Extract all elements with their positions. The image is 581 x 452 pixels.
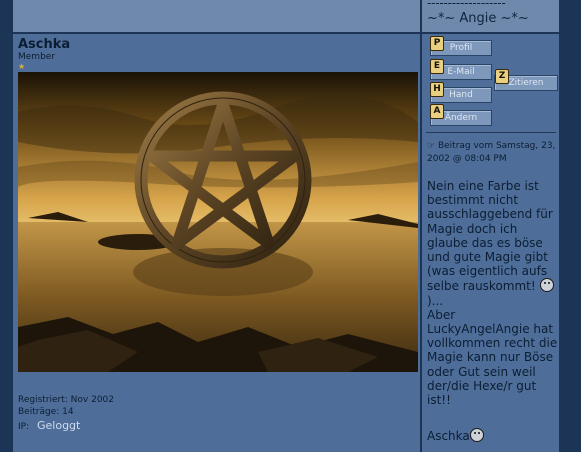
post-count: Beiträge: 14 <box>18 407 74 417</box>
edit-key-icon: A <box>430 104 444 119</box>
post-paragraph-1-end: )... <box>427 293 444 308</box>
previous-signature-dashes: ------------------- <box>427 0 506 10</box>
profile-key-icon: P <box>430 36 444 51</box>
registered-date: Registriert: Nov 2002 <box>18 395 115 405</box>
email-key-icon: E <box>430 59 444 74</box>
homepage-key-icon: H <box>430 82 444 97</box>
right-border <box>560 0 581 452</box>
post-signature: Aschka <box>427 428 484 443</box>
quote-key-icon: Z <box>495 69 509 84</box>
rank-star-icon: ★ <box>18 62 26 71</box>
smiley-icon <box>539 278 554 293</box>
post-date: Beitrag vom Samstag, 23, 2002 @ 08:04 PM <box>427 141 556 164</box>
author-avatar <box>18 72 418 372</box>
signature-text: Aschka <box>427 429 470 443</box>
post-paragraph-1: Nein eine Farbe ist bestimmt nicht aussc… <box>427 179 553 294</box>
pointing-hand-icon: ☞ <box>427 141 436 151</box>
signature-smiley-icon <box>469 428 484 442</box>
ip-logged-link[interactable]: Geloggt <box>37 419 80 432</box>
post-header: ☞ Beitrag vom Samstag, 23, 2002 @ 08:04 … <box>427 140 559 166</box>
pentagram-sunset-image <box>18 72 418 372</box>
post-divider <box>426 132 556 133</box>
previous-signature: ~*~ Angie ~*~ <box>427 11 529 26</box>
post-body: Nein eine Farbe ist bestimmt nicht aussc… <box>427 179 561 407</box>
author-name[interactable]: Aschka <box>18 37 70 52</box>
post-panel: Profil P E-Mail E Zitieren Z Hand H Ände… <box>422 34 559 452</box>
author-rank: Member <box>18 52 56 62</box>
author-panel: Aschka Member ★ Registriert: Nov 2002 Be… <box>13 34 420 452</box>
ip-label: IP: <box>18 422 30 432</box>
forum-thread-frame: ------------------- ~*~ Angie ~*~ Aschka… <box>0 0 581 452</box>
post-paragraph-2: Aber LuckyAngelAngie hat vollkommen rech… <box>427 307 558 408</box>
previous-post-right-cell: ------------------- ~*~ Angie ~*~ <box>422 0 559 32</box>
previous-post-left-cell <box>13 0 420 32</box>
